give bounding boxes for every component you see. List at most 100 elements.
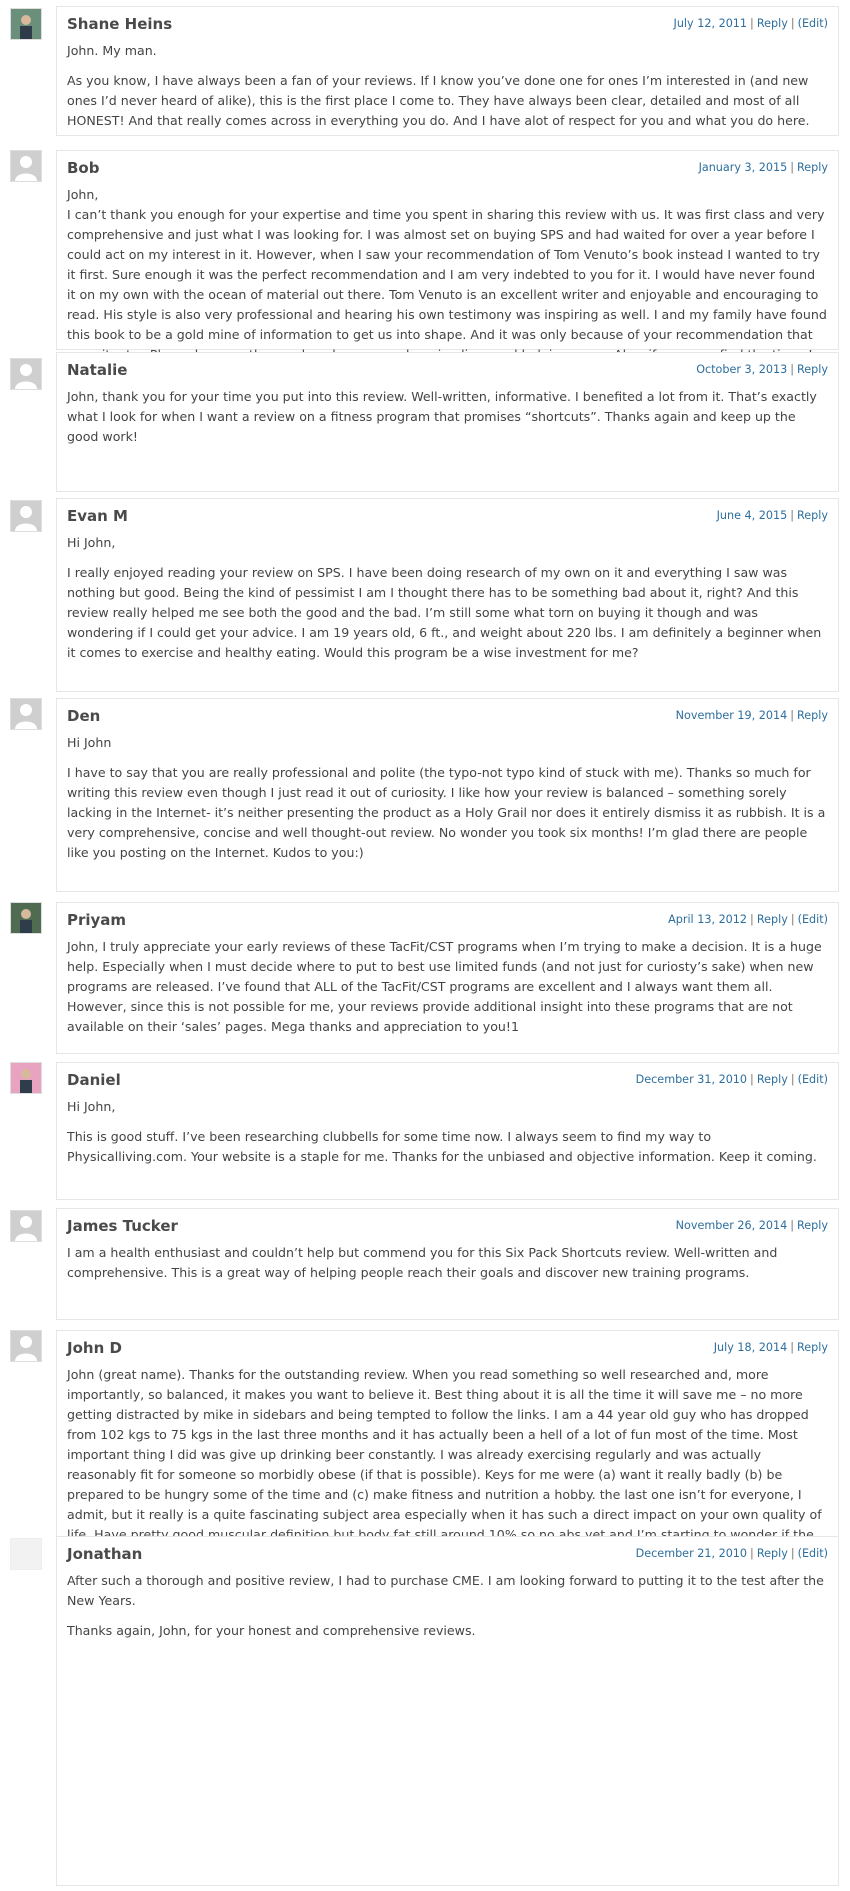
meta-separator: | [790, 709, 795, 722]
reply-link[interactable]: Reply [797, 161, 828, 174]
reply-link[interactable]: Reply [797, 709, 828, 722]
comment-meta: April 13, 2012 | Reply | (Edit) [668, 913, 828, 926]
meta-separator: | [790, 1073, 795, 1086]
comment-body: Hi John, I really enjoyed reading your re… [67, 533, 827, 663]
reply-link[interactable]: Reply [797, 1341, 828, 1354]
comment-paragraph: Hi John, [67, 1099, 116, 1114]
reply-link[interactable]: Reply [797, 1219, 828, 1232]
comment: Evan M June 4, 2015 | Reply Hi John, I really… [0, 498, 850, 692]
edit-link[interactable]: (Edit) [798, 1547, 828, 1560]
comment-meta: November 26, 2014 | Reply [676, 1219, 828, 1232]
comment: Den November 19, 2014 | Reply Hi John I have … [0, 698, 850, 892]
reply-link[interactable]: Reply [757, 1073, 788, 1086]
photo-avatar[interactable] [10, 902, 42, 934]
comment-box: James Tucker November 26, 2014 | Reply I am … [56, 1208, 839, 1320]
comment-meta: December 21, 2010 | Reply | (Edit) [636, 1547, 828, 1560]
comment-box: Daniel December 31, 2010 | Reply | (Edit) Hi J… [56, 1062, 839, 1200]
default-avatar[interactable] [10, 1210, 42, 1242]
comment-author[interactable]: Jonathan [67, 1545, 142, 1563]
comment-body: Hi John, This is good stuff. I’ve been re… [67, 1097, 827, 1167]
comment-date-link[interactable]: December 31, 2010 [636, 1073, 747, 1086]
comment-paragraph: Hi John, [67, 535, 116, 550]
comment-author[interactable]: Daniel [67, 1071, 121, 1089]
comment-author[interactable]: Evan M [67, 507, 128, 525]
meta-separator: | [790, 17, 795, 30]
comment: Natalie October 3, 2013 | Reply John, thank … [0, 352, 850, 492]
comment-box: Jonathan December 21, 2010 | Reply | (Edit) Af… [56, 1536, 839, 1886]
comment-author[interactable]: Den [67, 707, 100, 725]
comment-body: John, I truly appreciate your early revi… [67, 937, 827, 1037]
comment-author[interactable]: Bob [67, 159, 99, 177]
reply-link[interactable]: Reply [757, 1547, 788, 1560]
comment-date-link[interactable]: January 3, 2015 [699, 161, 788, 174]
comment-meta: November 19, 2014 | Reply [676, 709, 828, 722]
comment-meta: July 18, 2014 | Reply [714, 1341, 828, 1354]
meta-separator: | [750, 913, 754, 926]
comment-box: Den November 19, 2014 | Reply Hi John I have … [56, 698, 839, 892]
comment-paragraph: I am a health enthusiast and couldn’t he… [67, 1245, 778, 1280]
meta-separator: | [790, 363, 795, 376]
comment-author[interactable]: John D [67, 1339, 122, 1357]
default-avatar[interactable] [10, 150, 42, 182]
edit-link[interactable]: (Edit) [798, 1073, 828, 1086]
comment-date-link[interactable]: November 19, 2014 [676, 709, 788, 722]
comment-author[interactable]: Shane Heins [67, 15, 172, 33]
comment-box: Priyam April 13, 2012 | Reply | (Edit) John, I… [56, 902, 839, 1054]
comment-date-link[interactable]: April 13, 2012 [668, 913, 747, 926]
comment-paragraph: After such a thorough and positive revie… [67, 1573, 824, 1608]
comment: Jonathan December 21, 2010 | Reply | (Edit) Af… [0, 1536, 850, 1886]
comment-meta: October 3, 2013 | Reply [696, 363, 828, 376]
comment-date-link[interactable]: July 18, 2014 [714, 1341, 788, 1354]
comment-body: John. My man. As you know, I have always … [67, 41, 827, 131]
reply-link[interactable]: Reply [797, 509, 828, 522]
comment-date-link[interactable]: October 3, 2013 [696, 363, 787, 376]
edit-link[interactable]: (Edit) [798, 913, 828, 926]
comment-paragraph: Thanks again, John, for your honest and … [67, 1623, 476, 1638]
comment-body: Hi John I have to say that you are really… [67, 733, 827, 863]
blank-avatar[interactable] [10, 1538, 42, 1570]
comment-author[interactable]: James Tucker [67, 1217, 178, 1235]
reply-link[interactable]: Reply [757, 913, 788, 926]
default-avatar[interactable] [10, 1330, 42, 1362]
comment-paragraph: John. My man. [67, 43, 157, 58]
meta-separator: | [790, 1341, 795, 1354]
comment: Bob January 3, 2015 | Reply John, I can’t th… [0, 150, 850, 402]
comment-body: I am a health enthusiast and couldn’t he… [67, 1243, 827, 1283]
comment-meta: December 31, 2010 | Reply | (Edit) [636, 1073, 828, 1086]
comment-paragraph: John, I truly appreciate your early revi… [67, 939, 822, 1034]
comment-meta: June 4, 2015 | Reply [717, 509, 828, 522]
comment-paragraph: I really enjoyed reading your review on … [67, 565, 822, 660]
comment-date-link[interactable]: July 12, 2011 [674, 17, 748, 30]
reply-link[interactable]: Reply [757, 17, 788, 30]
meta-separator: | [790, 161, 795, 174]
default-avatar[interactable] [10, 358, 42, 390]
default-avatar[interactable] [10, 698, 42, 730]
comment-box: Shane Heins July 12, 2011 | Reply | (Edit) Joh… [56, 6, 839, 136]
photo-avatar[interactable] [10, 1062, 42, 1094]
comment-paragraph: John, thank you for your time you put in… [67, 389, 817, 444]
comment-body: John, thank you for your time you put in… [67, 387, 827, 447]
comment-date-link[interactable]: November 26, 2014 [676, 1219, 788, 1232]
comment-date-link[interactable]: December 21, 2010 [636, 1547, 747, 1560]
meta-separator: | [750, 1073, 754, 1086]
comment-box: Evan M June 4, 2015 | Reply Hi John, I really… [56, 498, 839, 692]
edit-link[interactable]: (Edit) [798, 17, 828, 30]
meta-separator: | [790, 913, 795, 926]
reply-link[interactable]: Reply [797, 363, 828, 376]
comment: Daniel December 31, 2010 | Reply | (Edit) Hi J… [0, 1062, 850, 1200]
comment: James Tucker November 26, 2014 | Reply I am … [0, 1208, 850, 1320]
comment-paragraph: As you know, I have always been a fan of… [67, 73, 810, 128]
comment-meta: January 3, 2015 | Reply [699, 161, 828, 174]
photo-avatar[interactable] [10, 8, 42, 40]
meta-separator: | [790, 1219, 795, 1232]
comment-author[interactable]: Natalie [67, 361, 127, 379]
meta-separator: | [750, 1547, 754, 1560]
comment-author[interactable]: Priyam [67, 911, 126, 929]
comment-date-link[interactable]: June 4, 2015 [717, 509, 788, 522]
comment-paragraph: I have to say that you are really profes… [67, 765, 826, 860]
comment-meta: July 12, 2011 | Reply | (Edit) [674, 17, 828, 30]
comment: Shane Heins July 12, 2011 | Reply | (Edit) Joh… [0, 6, 850, 136]
comment-box: Natalie October 3, 2013 | Reply John, thank … [56, 352, 839, 492]
meta-separator: | [790, 1547, 795, 1560]
default-avatar[interactable] [10, 500, 42, 532]
